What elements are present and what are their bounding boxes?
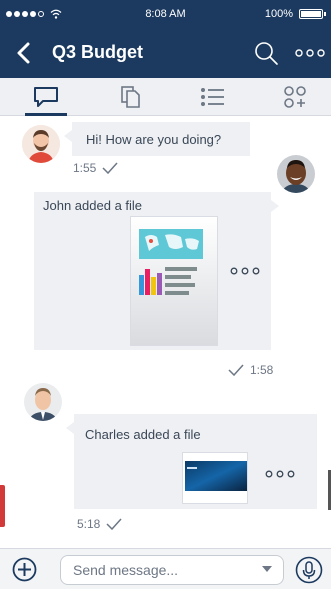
- battery-icon: [299, 9, 326, 19]
- add-attachment-icon[interactable]: [12, 557, 37, 582]
- message-text: Charles added a file: [85, 427, 201, 442]
- file-options-icon[interactable]: [265, 470, 295, 478]
- message-text: Hi! How are you doing?: [86, 132, 222, 147]
- avatar-man-suit-icon: [24, 383, 62, 421]
- tab-list[interactable]: [188, 78, 238, 116]
- side-drawer-handle[interactable]: [0, 485, 5, 527]
- files-icon: [121, 86, 140, 108]
- file-message-bubble[interactable]: Charles added a file: [66, 414, 317, 509]
- message-bubble[interactable]: Hi! How are you doing?: [64, 122, 250, 156]
- avatar[interactable]: [24, 383, 62, 421]
- list-icon: [201, 88, 224, 106]
- message-text: John added a file: [43, 198, 143, 213]
- tab-chat[interactable]: [21, 78, 71, 116]
- avatar-man-beard-icon: [22, 125, 60, 163]
- title-bar: Q3 Budget: [0, 28, 331, 78]
- file-thumbnail[interactable]: [130, 216, 218, 346]
- chevron-down-icon[interactable]: [262, 566, 272, 572]
- file-options-icon[interactable]: [230, 267, 260, 275]
- file-thumbnail[interactable]: [182, 452, 248, 504]
- message-input[interactable]: [60, 555, 284, 585]
- infographic-thumbnail-icon: [139, 229, 203, 295]
- tab-bar: [0, 78, 331, 116]
- tab-files[interactable]: [106, 78, 156, 116]
- avatar[interactable]: [22, 125, 60, 163]
- checkmark-icon: [106, 518, 122, 530]
- chat-icon: [34, 87, 58, 107]
- message-meta: 1:55: [73, 161, 118, 175]
- microphone-icon[interactable]: [295, 556, 323, 584]
- status-bar: 8:08 AM 100%: [0, 0, 331, 28]
- back-chevron-icon[interactable]: [14, 41, 34, 65]
- checkmark-icon: [228, 364, 244, 376]
- avatar[interactable]: [277, 155, 315, 193]
- tab-apps[interactable]: [270, 78, 320, 116]
- message-composer: [0, 548, 331, 589]
- presentation-thumbnail-icon: [185, 461, 247, 491]
- more-options-icon[interactable]: [295, 48, 325, 58]
- avatar-man-smiling-icon: [277, 155, 315, 193]
- battery-percent: 100%: [264, 8, 293, 20]
- message-time: 1:55: [73, 161, 97, 175]
- message-meta: 5:18: [77, 517, 122, 531]
- apps-icon: [284, 86, 306, 108]
- search-icon[interactable]: [253, 40, 279, 66]
- message-time: 5:18: [77, 517, 101, 531]
- message-time: 1:58: [250, 363, 274, 377]
- chat-thread[interactable]: Hi! How are you doing? 1:55 John added a…: [0, 116, 331, 548]
- message-meta: 1:58: [228, 363, 273, 377]
- page-title: Q3 Budget: [52, 42, 144, 62]
- file-message-bubble[interactable]: John added a file: [34, 192, 279, 350]
- checkmark-icon: [102, 162, 118, 174]
